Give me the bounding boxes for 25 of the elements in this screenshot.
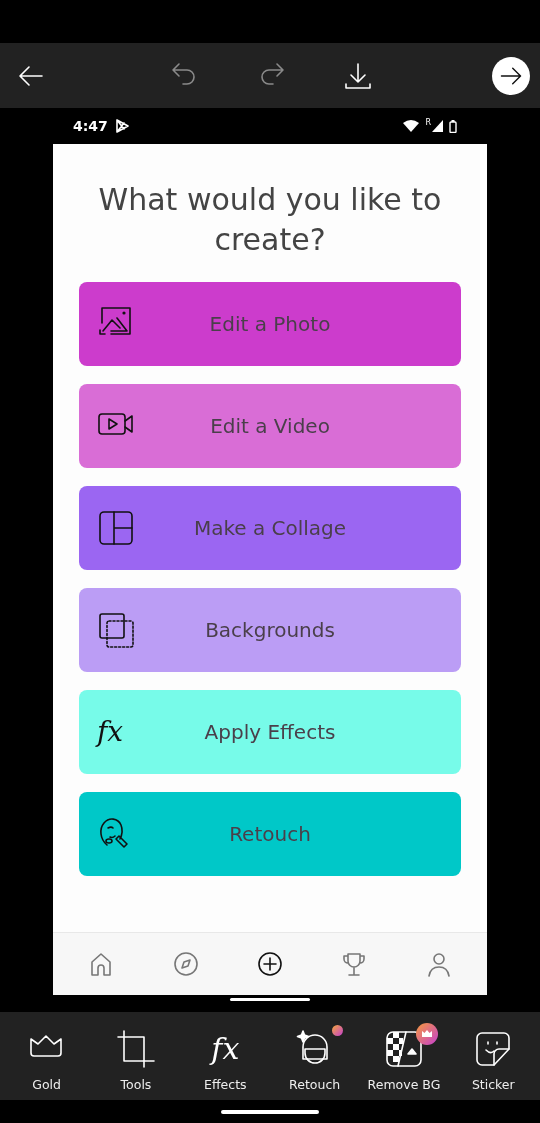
checkerboard-icon — [383, 1028, 424, 1069]
effects-icon: fx — [97, 718, 124, 746]
wifi-icon — [403, 120, 420, 132]
create-option-button[interactable]: Retouch — [79, 792, 461, 876]
collage-layout-icon — [97, 509, 135, 547]
tool-button[interactable]: fx Effects — [181, 1020, 270, 1092]
battery-icon — [449, 119, 457, 133]
signal-icon — [432, 120, 443, 132]
tool-button[interactable]: Remove BG — [359, 1020, 448, 1092]
tool-button[interactable]: Retouch — [270, 1020, 359, 1092]
crop-icon — [116, 1028, 156, 1069]
plus-circle-icon[interactable] — [255, 950, 284, 978]
tool-button[interactable]: Tools — [92, 1020, 180, 1092]
play-store-icon — [113, 118, 130, 134]
tool-button[interactable]: Sticker — [449, 1020, 538, 1092]
download-icon[interactable] — [342, 60, 374, 91]
layers-icon — [97, 611, 135, 649]
create-option-button[interactable]: fx Apply Effects — [79, 690, 461, 774]
page-heading: What would you like to create? — [97, 181, 443, 259]
tool-button[interactable]: Gold — [2, 1020, 91, 1092]
create-option-button[interactable]: Backgrounds — [79, 588, 461, 672]
effects-icon: fx — [211, 1033, 240, 1064]
clock-time: 4:47 — [73, 118, 108, 134]
roaming-indicator: R — [425, 118, 431, 127]
compass-icon[interactable] — [171, 950, 200, 978]
